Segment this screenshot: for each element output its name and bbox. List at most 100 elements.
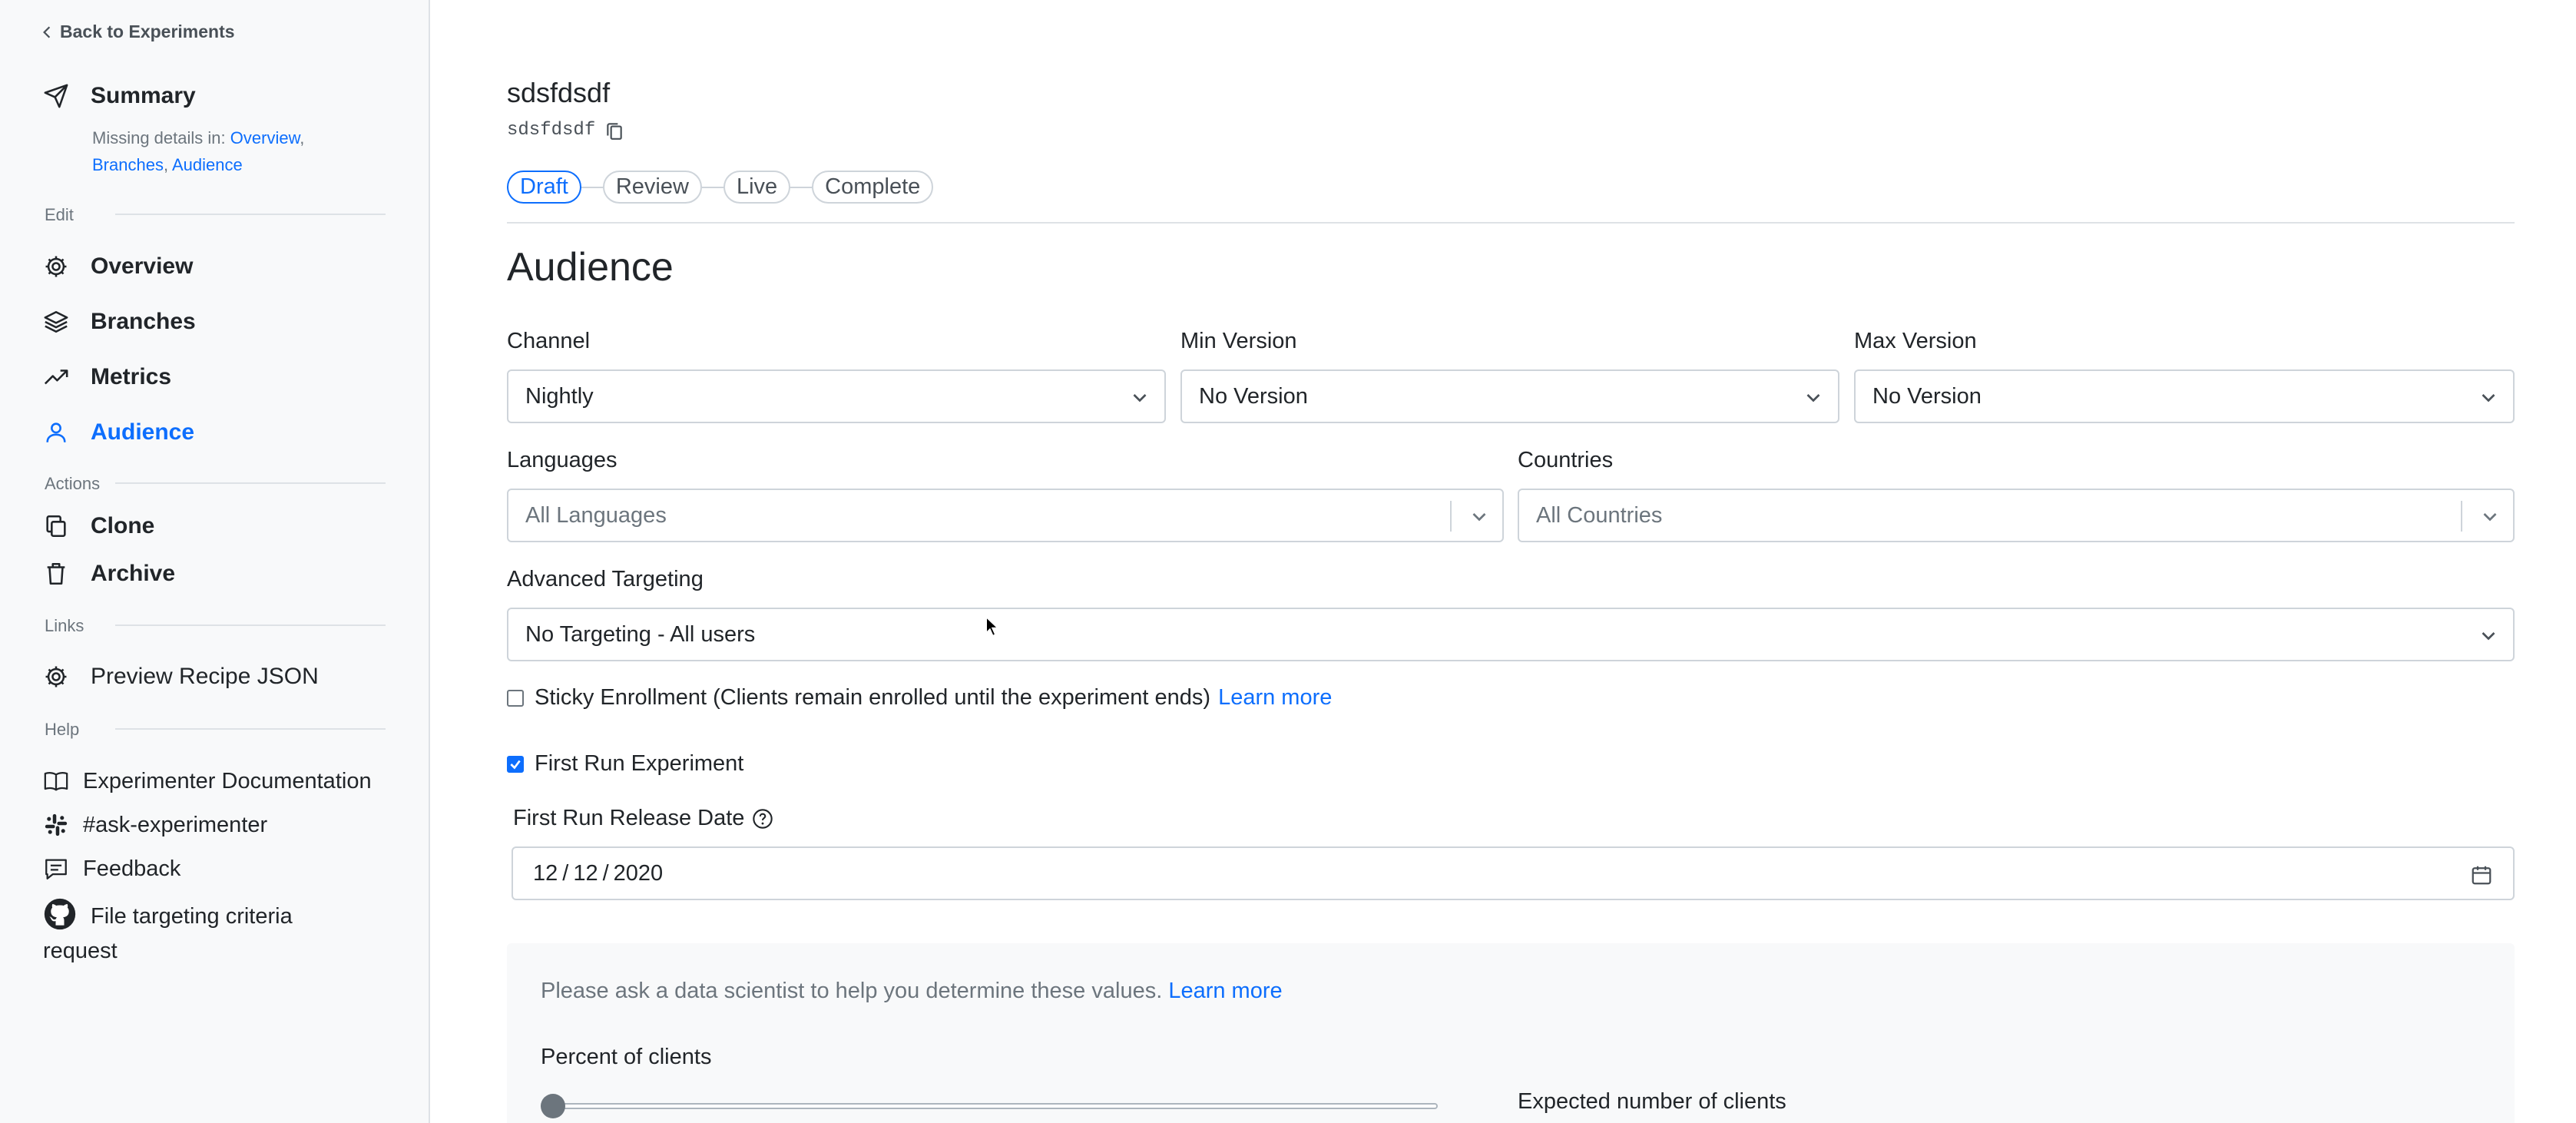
summary-missing-details: Missing details in: Overview, Branches, … xyxy=(92,128,305,174)
section-divider xyxy=(115,624,386,626)
help-item-label: #ask-experimenter xyxy=(83,812,268,837)
population-info-panel: Please ask a data scientist to help you … xyxy=(507,943,2515,1123)
help-item-ask-experimenter[interactable]: #ask-experimenter xyxy=(43,812,267,838)
calendar-icon[interactable] xyxy=(2470,863,2493,886)
first-run-label: First Run Experiment xyxy=(535,751,744,776)
step-complete[interactable]: Complete xyxy=(812,171,934,204)
percent-clients-slider-thumb[interactable] xyxy=(541,1094,565,1118)
date-separator: / xyxy=(602,860,609,886)
date-separator: / xyxy=(562,860,569,886)
max-version-select[interactable]: No Version xyxy=(1854,369,2515,423)
page-title: Audience xyxy=(507,245,674,290)
help-item-label: Experimenter Documentation xyxy=(83,768,372,793)
chevron-down-icon xyxy=(1806,394,1820,402)
first-run-checkbox[interactable] xyxy=(507,755,524,773)
missing-link-overview[interactable]: Overview xyxy=(230,128,300,147)
sidebar-item-label: Audience xyxy=(91,419,195,445)
min-version-select[interactable]: No Version xyxy=(1180,369,1839,423)
person-icon xyxy=(46,422,66,442)
first-run-date-label-row: First Run Release Date xyxy=(513,806,773,831)
percent-clients-slider-track[interactable] xyxy=(541,1103,1438,1109)
languages-multiselect[interactable]: All Languages xyxy=(507,489,1504,542)
advanced-targeting-select[interactable]: No Targeting - All users xyxy=(507,608,2515,661)
slug-text: sdsfdsdf xyxy=(507,120,596,141)
book-icon xyxy=(44,772,68,791)
help-item-label: File targeting criteria request xyxy=(43,904,293,963)
first-run-row: First Run Experiment xyxy=(507,751,743,777)
experiment-slug: sdsfdsdf xyxy=(507,120,624,141)
sticky-enrollment-checkbox[interactable] xyxy=(507,689,524,707)
sidebar-item-archive[interactable]: Archive xyxy=(43,561,175,587)
trend-icon xyxy=(44,369,68,385)
sidebar-item-label: Overview xyxy=(91,253,194,279)
help-item-file-targeting-request[interactable]: File targeting criteria request xyxy=(43,897,350,969)
first-run-date-label: First Run Release Date xyxy=(513,806,745,830)
missing-details-prefix: Missing details in: xyxy=(92,128,226,147)
info-learn-more-link[interactable]: Learn more xyxy=(1168,979,1282,1003)
date-month: 12 xyxy=(533,860,558,886)
copy-icon[interactable] xyxy=(604,121,624,141)
chat-icon xyxy=(45,859,67,880)
section-divider xyxy=(115,214,386,215)
section-divider xyxy=(115,482,386,484)
sidebar-item-audience[interactable]: Audience xyxy=(43,419,194,446)
github-icon xyxy=(44,898,76,930)
max-version-label: Max Version xyxy=(1854,329,1977,353)
countries-placeholder: All Countries xyxy=(1536,502,1663,528)
channel-value: Nightly xyxy=(525,383,594,409)
section-label-edit: Edit xyxy=(45,205,74,224)
sidebar-item-metrics[interactable]: Metrics xyxy=(43,364,171,390)
sidebar-item-label: Clone xyxy=(91,513,155,538)
step-connector xyxy=(790,186,813,188)
countries-multiselect[interactable]: All Countries xyxy=(1518,489,2515,542)
countries-label: Countries xyxy=(1518,448,1614,472)
step-connector xyxy=(701,186,723,188)
send-icon xyxy=(44,84,68,108)
sticky-enrollment-row: Sticky Enrollment (Clients remain enroll… xyxy=(507,685,1332,711)
missing-link-audience[interactable]: Audience xyxy=(172,155,243,174)
sidebar-item-clone[interactable]: Clone xyxy=(43,513,154,539)
sidebar-item-label: Metrics xyxy=(91,364,172,389)
expected-clients-label: Expected number of clients xyxy=(1518,1089,1786,1114)
percent-clients-label: Percent of clients xyxy=(541,1045,712,1069)
sidebar: Back to Experiments Summary Missing deta… xyxy=(0,0,430,1123)
check-icon xyxy=(510,760,521,770)
advanced-targeting-value: No Targeting - All users xyxy=(525,621,756,647)
sticky-enrollment-label: Sticky Enrollment (Clients remain enroll… xyxy=(535,685,1211,710)
section-divider xyxy=(115,728,386,730)
experiment-title: sdsfdsdf xyxy=(507,77,611,108)
select-separator xyxy=(2461,501,2462,532)
sidebar-item-overview[interactable]: Overview xyxy=(43,253,193,280)
chevron-left-icon xyxy=(43,25,51,38)
step-live[interactable]: Live xyxy=(723,171,791,204)
first-run-date-input[interactable]: 12 / 12 / 2020 xyxy=(512,846,2515,900)
date-year: 2020 xyxy=(613,860,664,886)
sidebar-item-label: Archive xyxy=(91,561,176,586)
min-version-label: Min Version xyxy=(1180,329,1297,353)
max-version-value: No Version xyxy=(1872,383,1982,409)
gear-icon xyxy=(45,666,67,687)
missing-link-branches[interactable]: Branches xyxy=(92,155,164,174)
section-label-help: Help xyxy=(45,720,80,739)
step-review[interactable]: Review xyxy=(602,171,702,204)
mouse-pointer-icon xyxy=(985,616,999,637)
chevron-down-icon xyxy=(1472,513,1486,522)
channel-select[interactable]: Nightly xyxy=(507,369,1166,423)
sidebar-item-summary[interactable]: Summary xyxy=(43,83,196,109)
section-label-actions: Actions xyxy=(45,474,101,493)
sidebar-item-label: Preview Recipe JSON xyxy=(91,664,319,689)
step-draft[interactable]: Draft xyxy=(507,171,581,204)
languages-placeholder: All Languages xyxy=(525,502,667,528)
sticky-enrollment-learn-more-link[interactable]: Learn more xyxy=(1218,685,1332,711)
sidebar-item-preview-recipe-json[interactable]: Preview Recipe JSON xyxy=(43,664,319,690)
help-circle-icon[interactable] xyxy=(752,808,773,830)
help-item-documentation[interactable]: Experimenter Documentation xyxy=(43,768,372,794)
trash-icon xyxy=(47,562,65,585)
info-text-row: Please ask a data scientist to help you … xyxy=(541,979,1283,1004)
help-item-feedback[interactable]: Feedback xyxy=(43,856,180,882)
sidebar-item-branches[interactable]: Branches xyxy=(43,309,196,335)
status-stepper: Draft Review Live Complete xyxy=(507,171,934,204)
gear-icon xyxy=(45,256,67,277)
back-link-label: Back to Experiments xyxy=(60,22,235,41)
back-to-experiments-link[interactable]: Back to Experiments xyxy=(40,22,235,42)
